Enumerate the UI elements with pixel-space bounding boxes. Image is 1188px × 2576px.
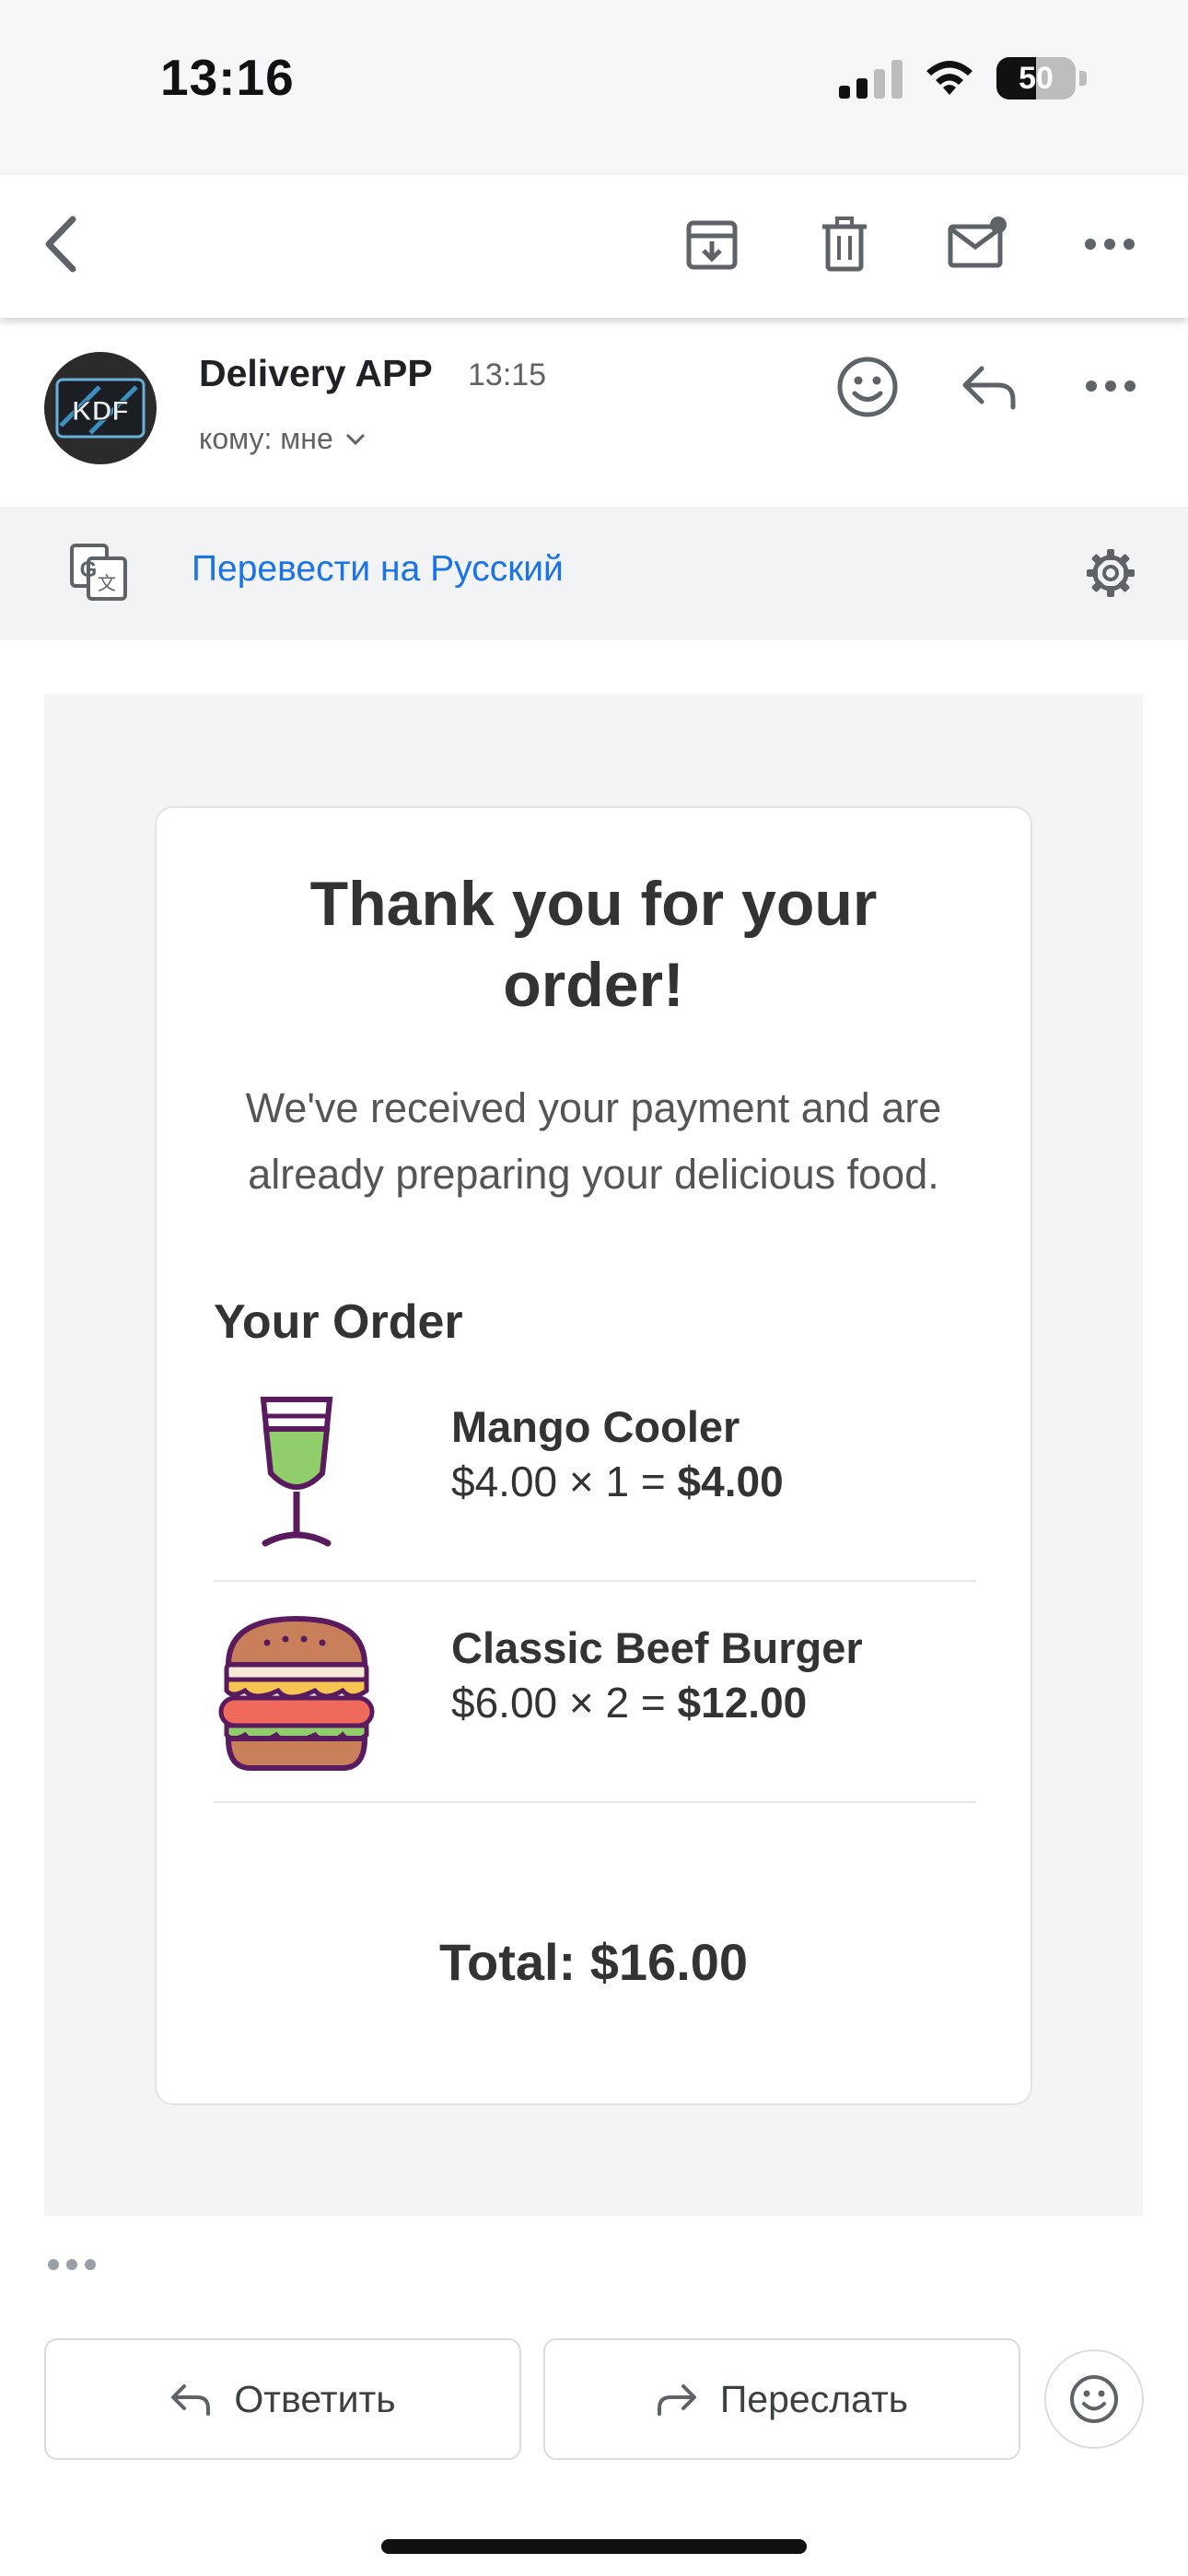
recipient-toggle[interactable]: кому: мне [199,422,367,456]
translate-bar: G 文 Перевести на Русский [0,507,1188,640]
forward-button[interactable]: Переслать [543,2338,1020,2460]
chevron-down-icon [345,433,365,445]
mark-unread-icon [948,217,1007,268]
status-time: 13:16 [160,49,295,106]
email-subtitle: We've received your payment and are alre… [245,1084,942,1198]
item-name: Classic Beef Burger [451,1623,863,1672]
reply-button[interactable]: Ответить [44,2338,521,2460]
drink-glass-icon [214,1388,379,1554]
forward-label: Переслать [719,2377,909,2420]
smiley-icon [837,357,898,417]
burger-icon [214,1610,379,1775]
recipient-label: кому: мне [199,422,333,455]
status-icons: 50 [839,57,1087,100]
battery-icon: 50 [996,57,1087,100]
avatar[interactable]: KDF [44,352,157,464]
order-item: Mango Cooler $4.00 × 1 = $4.00 [214,1361,976,1582]
avatar-logo: KDF [72,396,129,427]
order-card: Thank you for your order! We've received… [155,806,1032,2105]
order-heading: Your Order [214,1295,463,1349]
item-price: $4.00 × 1 = $4.00 [451,1458,784,1505]
sender-row: KDF Delivery APP 13:15 кому: мне [0,322,1188,507]
forward-icon [657,2384,696,2416]
email-title: Thank you for your order! [309,869,878,1020]
item-price: $6.00 × 2 = $12.00 [451,1679,808,1727]
more-icon [1085,239,1135,250]
react-button[interactable] [833,352,903,422]
reply-label: Ответить [234,2377,396,2420]
more-icon [1086,381,1136,392]
smiley-icon [1070,2375,1118,2423]
back-button[interactable] [20,203,103,286]
item-line-total: $12.00 [677,1679,808,1727]
gear-icon [1087,549,1135,597]
message-time: 13:15 [468,357,547,392]
item-line-total: $4.00 [677,1458,784,1505]
archive-icon [686,220,738,270]
status-bar: 13:16 50 [0,0,1188,175]
signal-icon [839,58,903,99]
translate-icon: G 文 [68,542,129,607]
svg-text:G: G [80,557,98,582]
order-total: Total: $16.00 [438,1933,749,1991]
mark-unread-button[interactable] [936,203,1019,286]
sender-name[interactable]: Delivery APP [199,352,433,395]
archive-button[interactable] [670,203,753,286]
reply-icon [171,2384,211,2416]
trash-icon [822,217,867,272]
emoji-reaction-button[interactable] [1044,2349,1144,2449]
message-more-button[interactable] [1085,380,1136,394]
item-divider [214,1801,976,1803]
reply-quick-button[interactable] [958,359,1022,415]
show-trimmed-content-button[interactable] [48,2259,96,2270]
translate-settings-button[interactable] [1085,547,1136,603]
translate-link[interactable]: Перевести на Русский [192,549,564,590]
back-icon [45,216,76,273]
delete-button[interactable] [803,203,886,286]
battery-level: 50 [1019,61,1054,96]
reply-icon [962,366,1016,410]
svg-text:文: 文 [98,572,116,594]
more-button[interactable] [1068,203,1151,286]
wifi-icon [926,61,973,95]
order-item: Classic Beef Burger $6.00 × 2 = $12.00 [214,1582,976,1803]
home-indicator[interactable] [381,2539,807,2554]
item-name: Mango Cooler [451,1402,740,1451]
email-toolbar [0,175,1188,318]
